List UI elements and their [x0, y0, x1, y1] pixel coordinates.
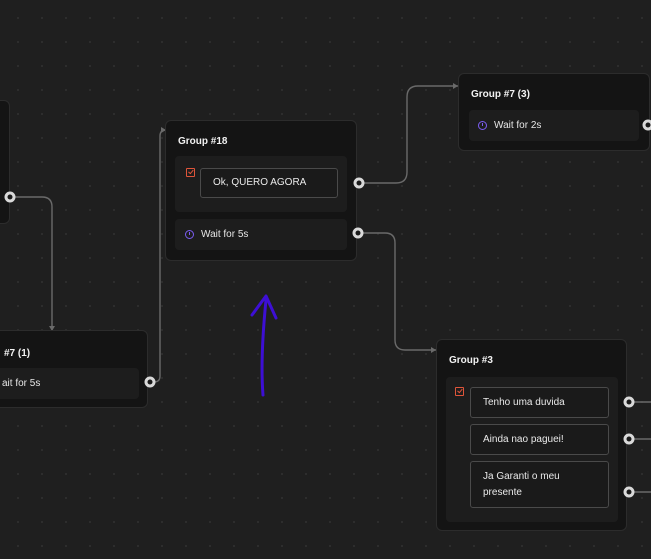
output-handle[interactable] — [623, 396, 635, 408]
node-left-partial[interactable] — [0, 100, 10, 224]
choice-icon — [455, 387, 464, 396]
wait-label: ait for 5s — [2, 378, 41, 389]
output-handle[interactable] — [623, 486, 635, 498]
option-button[interactable]: Ainda nao paguei! — [470, 424, 609, 455]
annotation-arrow — [250, 294, 278, 397]
edge-left-to-group7-1 — [10, 196, 53, 330]
wait-block[interactable]: Wait for 2s — [469, 110, 639, 141]
buttons-block: Ok, QUERO AGORA — [175, 156, 347, 212]
node-title: Group #3 — [449, 355, 493, 366]
node-group18[interactable]: Group #18 Ok, QUERO AGORA Wait for 5s — [165, 120, 357, 261]
clock-icon — [478, 121, 487, 130]
wait-block[interactable]: ait for 5s — [0, 368, 139, 399]
option-button[interactable]: Ja Garanti o meu presente — [470, 461, 609, 508]
output-handle[interactable] — [4, 191, 16, 203]
node-group7-1[interactable]: #7 (1) ait for 5s — [0, 330, 148, 408]
wait-label: Wait for 5s — [201, 229, 249, 240]
node-group7-3[interactable]: Group #7 (3) Wait for 2s — [458, 73, 650, 151]
edge-group18-to-group3 — [358, 232, 436, 351]
node-title: Group #7 (3) — [471, 89, 530, 100]
node-group3[interactable]: Group #3 Tenho uma duvida Ainda nao pagu… — [436, 339, 627, 531]
output-handle[interactable] — [352, 227, 364, 239]
wait-block[interactable]: Wait for 5s — [175, 219, 347, 250]
output-handle[interactable] — [144, 376, 156, 388]
output-handle[interactable] — [642, 119, 651, 131]
output-handle[interactable] — [353, 177, 365, 189]
edge-group18-to-group7-3 — [359, 85, 458, 184]
option-button[interactable]: Ok, QUERO AGORA — [200, 168, 338, 198]
option-button[interactable]: Tenho uma duvida — [470, 387, 609, 418]
wait-label: Wait for 2s — [494, 120, 542, 131]
edge-group7-1-to-group18 — [150, 129, 167, 383]
output-handle[interactable] — [623, 433, 635, 445]
clock-icon — [185, 230, 194, 239]
choice-icon — [186, 168, 195, 177]
buttons-block: Tenho uma duvida Ainda nao paguei! Ja Ga… — [446, 377, 618, 522]
node-title: #7 (1) — [4, 348, 31, 359]
node-title: Group #18 — [178, 136, 228, 147]
